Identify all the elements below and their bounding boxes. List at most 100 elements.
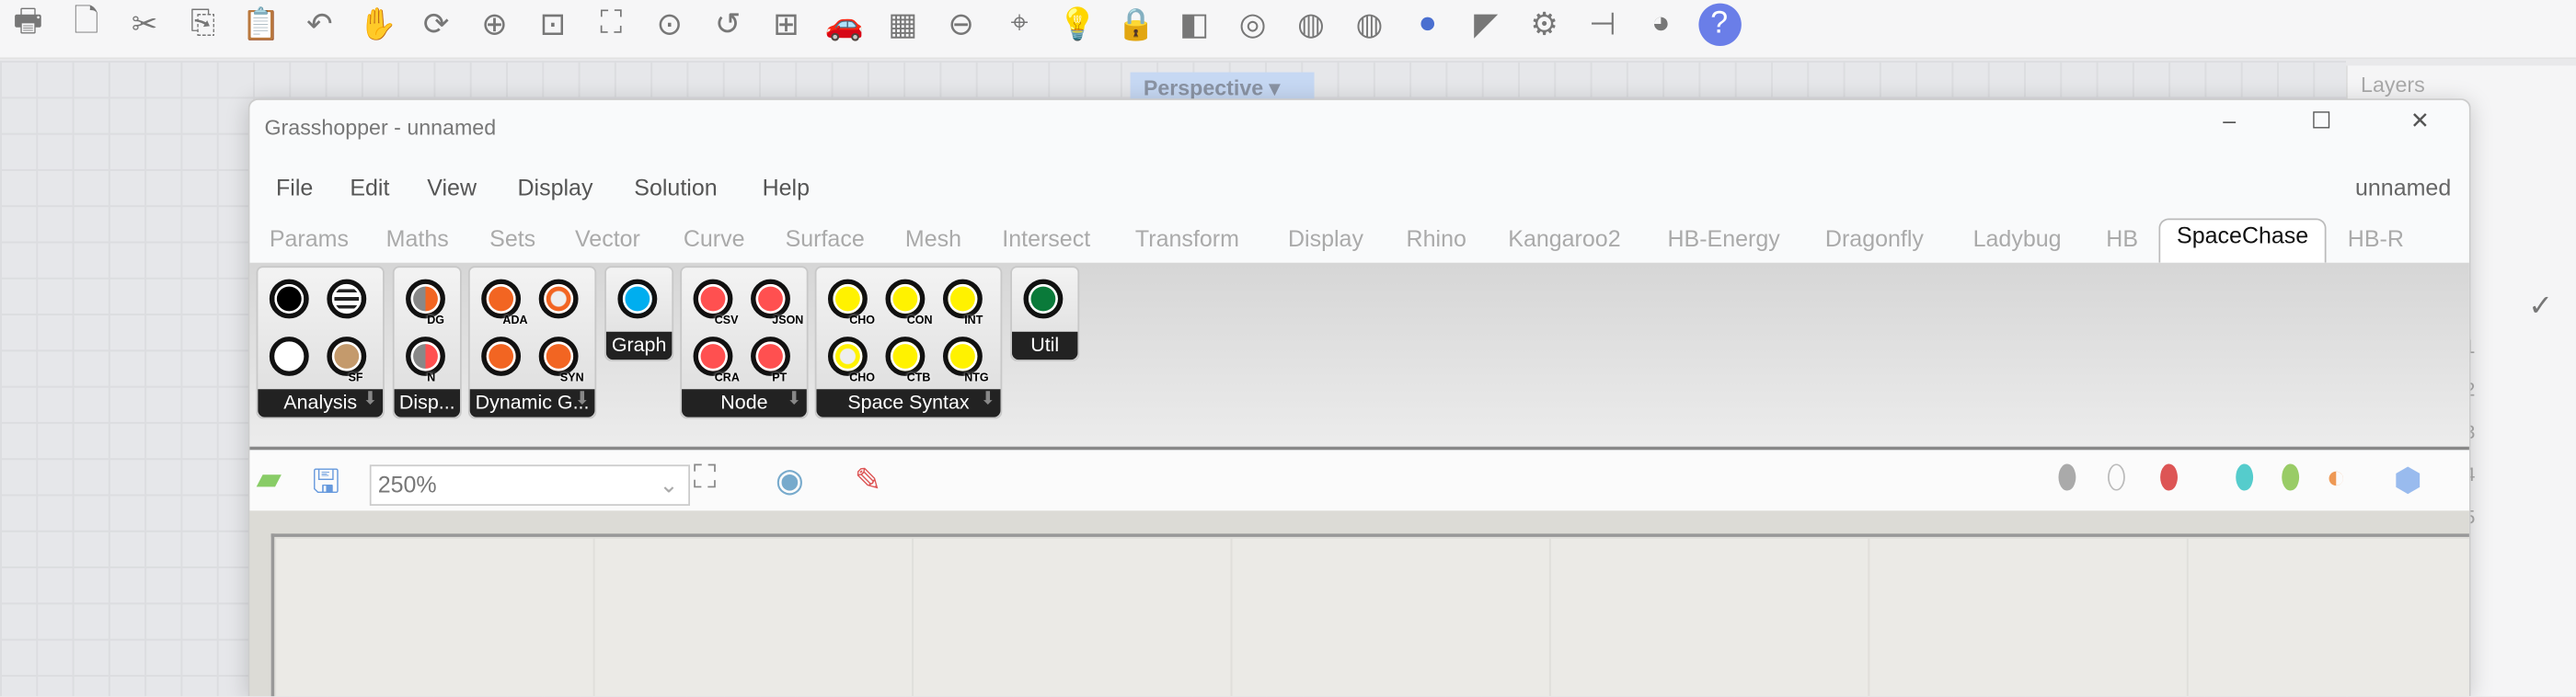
zoom-selected-icon[interactable]: ⊙	[648, 4, 690, 46]
car-icon[interactable]: 🚗	[823, 4, 866, 46]
component-icon[interactable]	[617, 279, 658, 319]
viewports-icon[interactable]: ⊞	[765, 4, 807, 46]
preview-shaded-icon[interactable]: ⬮	[2158, 460, 2179, 497]
menu-help[interactable]: Help	[763, 174, 810, 200]
preview-selected-icon[interactable]: ⬮	[2235, 460, 2255, 497]
sphere-grid-icon[interactable]: ◍	[1348, 4, 1390, 46]
tab-vector[interactable]: Vector	[575, 225, 640, 252]
copy-icon[interactable]: ⎘	[181, 4, 224, 46]
tab-mesh[interactable]: Mesh	[905, 225, 961, 252]
object-snap-icon[interactable]: ⌖	[998, 4, 1041, 46]
color-wheel-icon[interactable]: ◎	[1231, 4, 1273, 46]
component-ctb[interactable]	[885, 337, 926, 376]
globe-icon[interactable]: ◕	[1639, 4, 1682, 46]
sphere-wire-icon[interactable]: ◍	[1290, 4, 1332, 46]
component-sf[interactable]	[327, 337, 367, 376]
component-cra[interactable]	[693, 337, 733, 376]
component-json[interactable]	[751, 279, 790, 319]
maximize-button[interactable]: ☐	[2296, 107, 2346, 134]
preview-mesh-icon[interactable]: ⬮	[2281, 460, 2301, 497]
menu-solution[interactable]: Solution	[634, 174, 717, 200]
group-label[interactable]: Analysis ⬇	[258, 389, 384, 417]
help-icon[interactable]: ?	[1697, 3, 1741, 46]
component-icon[interactable]	[1023, 279, 1064, 319]
menu-file[interactable]: File	[276, 174, 313, 200]
gear-icon[interactable]: ⚙	[1523, 4, 1565, 46]
dimension-icon[interactable]: ⊣	[1581, 4, 1624, 46]
component-icon[interactable]	[538, 279, 579, 319]
print-icon[interactable]: 🖶	[6, 4, 49, 46]
sketch-pen-icon[interactable]: ✎	[855, 460, 882, 501]
component-icon[interactable]	[269, 279, 309, 319]
pen-icon[interactable]: ◤	[1465, 4, 1507, 46]
tab-intersect[interactable]: Intersect	[1002, 225, 1090, 252]
canvas[interactable]	[249, 510, 2469, 697]
check-icon[interactable]: ✓	[2528, 289, 2553, 323]
render-icon[interactable]: ◧	[1173, 4, 1215, 46]
cut-icon[interactable]: ✂	[123, 4, 166, 46]
undo-icon[interactable]: ↶	[298, 4, 340, 46]
zoom-extents-icon[interactable]: ⛶	[694, 460, 717, 497]
zoom-icon[interactable]: ⊕	[473, 4, 515, 46]
canvas-grid[interactable]	[270, 533, 2469, 697]
tab-ladybug[interactable]: Ladybug	[1973, 225, 2062, 252]
preview-off-icon[interactable]: ⬮	[2057, 460, 2077, 497]
tab-display[interactable]: Display	[1288, 225, 1363, 252]
expand-arrow-icon[interactable]: ⬇	[787, 389, 801, 414]
component-syn[interactable]	[538, 337, 579, 376]
tab-hb-r[interactable]: HB-R	[2348, 225, 2404, 252]
rotate-icon[interactable]: ⟳	[415, 4, 457, 46]
tab-params[interactable]: Params	[270, 225, 349, 252]
menu-view[interactable]: View	[427, 174, 477, 200]
component-n[interactable]	[406, 337, 445, 376]
component-pt[interactable]	[751, 337, 790, 376]
component-cho[interactable]	[827, 337, 868, 376]
group-label[interactable]: Space Syntax ⬇	[816, 389, 1001, 417]
open-file-icon[interactable]: ▰	[257, 458, 282, 499]
zoom-window-icon[interactable]: ⊡	[532, 4, 574, 46]
tab-transform[interactable]: Transform	[1135, 225, 1239, 252]
preview-eye-icon[interactable]: ◉	[776, 460, 804, 501]
tab-sets[interactable]: Sets	[489, 225, 535, 252]
group-label[interactable]: Graph	[605, 331, 673, 360]
component-icon[interactable]	[327, 279, 367, 319]
menu-edit[interactable]: Edit	[350, 174, 389, 200]
preview-quality-icon[interactable]: ⬢	[2394, 460, 2422, 501]
component-csv[interactable]	[693, 279, 733, 319]
tab-rhino[interactable]: Rhino	[1407, 225, 1466, 252]
group-label[interactable]: Node ⬇	[682, 389, 807, 417]
zoom-dropdown[interactable]: 250% ⌄	[369, 464, 690, 506]
tab-maths[interactable]: Maths	[386, 225, 449, 252]
tab-hb-energy[interactable]: HB-Energy	[1667, 225, 1779, 252]
preview-material-icon[interactable]: ◐	[2327, 460, 2347, 497]
light-icon[interactable]: 💡	[1056, 4, 1098, 46]
tab-kangaroo2[interactable]: Kangaroo2	[1508, 225, 1620, 252]
sphere-shaded-icon[interactable]: ●	[1407, 4, 1449, 46]
tab-hb[interactable]: HB	[2106, 225, 2138, 252]
paste-icon[interactable]: 📋	[240, 4, 282, 46]
component-ada[interactable]	[481, 279, 522, 319]
zoom-extents-icon[interactable]: ⛶	[590, 4, 632, 46]
group-label[interactable]: Disp...	[394, 389, 460, 417]
group-label[interactable]: Dynamic G... ⬇	[469, 389, 595, 417]
component-icon[interactable]	[269, 337, 309, 376]
preview-wire-icon[interactable]: ⬯	[2106, 460, 2126, 497]
tab-spacechase[interactable]: SpaceChase	[2158, 218, 2327, 263]
tab-curve[interactable]: Curve	[684, 225, 745, 252]
component-dg[interactable]	[406, 279, 445, 319]
expand-arrow-icon[interactable]: ⬇	[981, 389, 995, 414]
close-button[interactable]: ✕	[2396, 107, 2445, 134]
pan-icon[interactable]: ✋	[356, 4, 398, 46]
undo-view-icon[interactable]: ↺	[707, 4, 749, 46]
new-icon[interactable]: 🗋	[65, 4, 108, 46]
lock-icon[interactable]: 🔒	[1115, 4, 1157, 46]
component-ntg[interactable]	[942, 337, 983, 376]
minimize-button[interactable]: –	[2204, 107, 2254, 133]
expand-arrow-icon[interactable]: ⬇	[575, 389, 590, 414]
component-int[interactable]	[942, 279, 983, 319]
component-cho[interactable]	[827, 279, 868, 319]
component-con[interactable]	[885, 279, 926, 319]
tab-surface[interactable]: Surface	[786, 225, 865, 252]
menu-display[interactable]: Display	[517, 174, 592, 200]
expand-arrow-icon[interactable]: ⬇	[362, 389, 377, 414]
